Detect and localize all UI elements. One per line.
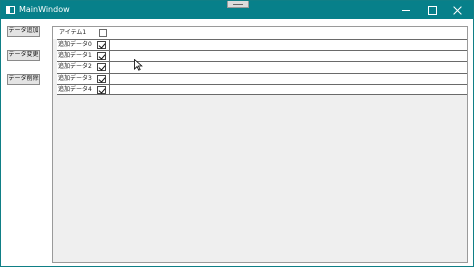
- table-row[interactable]: 追加データ4: [57, 83, 467, 95]
- row-checkbox[interactable]: [97, 41, 106, 49]
- drag-grip-icon[interactable]: [227, 1, 249, 8]
- cell-divider: [109, 84, 110, 94]
- row-label: 追加データ0: [58, 41, 92, 48]
- maximize-button[interactable]: [419, 1, 445, 19]
- column-header-item1[interactable]: アイテム1: [59, 29, 86, 37]
- cell-divider: [109, 40, 110, 51]
- grid-header: アイテム1: [53, 27, 467, 39]
- cell-divider: [109, 51, 110, 62]
- window-title: MainWindow: [19, 5, 70, 14]
- header-checkbox[interactable]: [99, 29, 107, 37]
- table-row[interactable]: 追加データ2: [57, 61, 467, 73]
- table-row[interactable]: 追加データ1: [57, 50, 467, 62]
- main-window: MainWindow データ追加 データ変更 データ削除 アイテム1 追加データ…: [0, 0, 474, 267]
- cell-divider: [109, 73, 110, 84]
- add-data-button[interactable]: データ追加: [7, 26, 40, 37]
- minimize-button[interactable]: [393, 1, 419, 19]
- window-icon: [6, 6, 15, 14]
- close-button[interactable]: [445, 1, 471, 19]
- data-grid[interactable]: アイテム1 追加データ0 追加データ1 追加データ2 追加データ3 追加データ4: [52, 26, 468, 263]
- grid-rows: 追加データ0 追加データ1 追加データ2 追加データ3 追加データ4: [57, 39, 467, 95]
- row-label: 追加データ4: [58, 85, 92, 93]
- row-label: 追加データ1: [58, 52, 92, 60]
- row-label: 追加データ2: [58, 63, 92, 71]
- row-label: 追加データ3: [58, 74, 92, 82]
- table-row[interactable]: 追加データ0: [57, 39, 467, 51]
- row-checkbox[interactable]: [97, 52, 106, 61]
- title-bar[interactable]: MainWindow: [1, 1, 473, 19]
- table-row[interactable]: 追加データ3: [57, 72, 467, 84]
- cell-divider: [109, 62, 110, 73]
- row-checkbox[interactable]: [97, 63, 106, 72]
- row-checkbox[interactable]: [97, 74, 106, 83]
- edit-data-button[interactable]: データ変更: [7, 50, 40, 61]
- row-checkbox[interactable]: [97, 85, 106, 94]
- delete-data-button[interactable]: データ削除: [7, 74, 40, 85]
